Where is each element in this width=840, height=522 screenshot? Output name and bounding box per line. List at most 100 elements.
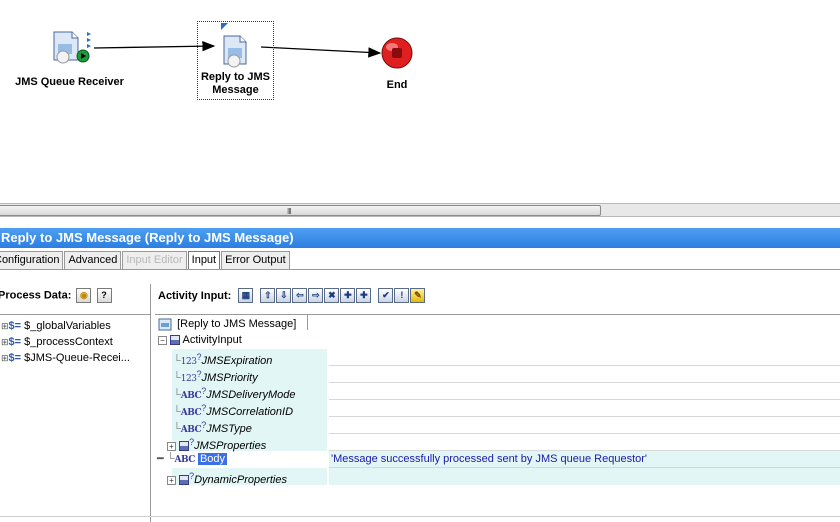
tree-row-jms-expiration[interactable]: └123?JMSExpiration bbox=[155, 349, 840, 367]
transition-arrow-2[interactable] bbox=[260, 46, 382, 58]
binoculars-icon: ◉ bbox=[80, 290, 88, 300]
scrollbar-grip: III bbox=[287, 207, 292, 216]
tab-label: Input bbox=[191, 254, 217, 266]
tree-row-jms-priority[interactable]: └123?JMSPriority bbox=[155, 366, 840, 384]
receiver-label: JMS Queue Receiver bbox=[15, 76, 124, 88]
end-stop-icon bbox=[381, 37, 413, 69]
move-down-button[interactable]: ⇩ bbox=[276, 288, 292, 303]
tree-row-activity-input[interactable]: − ActivityInput bbox=[155, 332, 840, 349]
field-value[interactable] bbox=[329, 366, 840, 383]
tab-strip: Configuration Advanced Input Editor Inpu… bbox=[0, 251, 291, 270]
collapse-icon[interactable]: − bbox=[158, 335, 167, 345]
show-errors-button[interactable]: ! bbox=[394, 288, 410, 303]
tab-configuration[interactable]: Configuration bbox=[0, 251, 64, 269]
add-node-button[interactable]: ✚ bbox=[356, 288, 372, 303]
tab-divider bbox=[0, 269, 840, 270]
tree-item-label: $_globalVariables bbox=[24, 320, 111, 332]
tree-row-root[interactable]: [Reply to JMS Message] bbox=[155, 316, 840, 333]
pencil-icon: ✎ bbox=[414, 290, 422, 300]
validate-button[interactable]: ✔ bbox=[378, 288, 394, 303]
tab-input-editor: Input Editor bbox=[122, 251, 187, 269]
canvas-horizontal-scrollbar[interactable]: III bbox=[0, 203, 840, 217]
reply-icon bbox=[221, 23, 247, 68]
process-data-map-button[interactable]: ◉ bbox=[76, 288, 92, 303]
node-label: Reply to JMS Message bbox=[198, 71, 273, 97]
expand-icon[interactable]: ⊞ bbox=[1, 321, 9, 331]
arrow-up-icon: ⇧ bbox=[264, 290, 272, 300]
help-icon: ? bbox=[101, 290, 107, 300]
expand-icon[interactable]: + bbox=[167, 441, 176, 451]
field-value[interactable] bbox=[329, 434, 840, 451]
tree-row-dynamic-properties[interactable]: + ?DynamicProperties bbox=[155, 468, 840, 486]
tab-advanced[interactable]: Advanced bbox=[64, 251, 122, 269]
add-icon: ✚ bbox=[344, 290, 352, 300]
string-type-icon: ABC bbox=[174, 455, 195, 465]
field-value[interactable] bbox=[329, 400, 840, 417]
show-mapping-button[interactable]: ▦ bbox=[238, 288, 254, 303]
arrow-left-icon: ⇦ bbox=[296, 290, 304, 300]
edit-button[interactable]: ✎ bbox=[410, 288, 426, 303]
delete-x-icon: ✖ bbox=[328, 290, 336, 300]
tree-row-jms-delivery-mode[interactable]: └ABC?JMSDeliveryMode bbox=[155, 383, 840, 401]
process-canvas[interactable]: JMS Queue Receiver Reply to JMS Message bbox=[0, 0, 840, 203]
activity-doc-icon bbox=[158, 318, 172, 331]
complex-element-icon bbox=[179, 441, 190, 452]
arrow-down-icon: ⇩ bbox=[280, 290, 288, 300]
expand-icon[interactable]: + bbox=[167, 475, 176, 485]
process-data-header: Process Data: ◉ ? bbox=[0, 288, 112, 303]
activity-input-tree: [Reply to JMS Message] − ActivityInput └… bbox=[155, 314, 840, 522]
node-label: End bbox=[380, 79, 414, 92]
tree-row-jms-properties[interactable]: + ?JMSProperties bbox=[155, 434, 840, 452]
add-child-button[interactable]: ✚ bbox=[340, 288, 356, 303]
tab-error-output[interactable]: Error Output bbox=[221, 251, 290, 269]
tab-label: Error Output bbox=[225, 254, 286, 266]
scrollbar-thumb[interactable]: III bbox=[0, 205, 601, 216]
body-expression-value[interactable]: 'Message successfully processed sent by … bbox=[329, 451, 840, 468]
tree-item-label: $JMS-Queue-Recei... bbox=[24, 352, 130, 364]
tree-row-jms-correlation-id[interactable]: └ABC?JMSCorrelationID bbox=[155, 400, 840, 418]
tab-label: Input Editor bbox=[126, 254, 183, 266]
jms-receiver-icon bbox=[53, 31, 91, 64]
move-up-button[interactable]: ⇧ bbox=[260, 288, 276, 303]
tree-item-label: $_processContext bbox=[24, 336, 113, 348]
field-name: DynamicProperties bbox=[194, 474, 287, 486]
delete-button[interactable]: ✖ bbox=[324, 288, 340, 303]
field-value[interactable] bbox=[329, 468, 840, 485]
variable-icon: $= bbox=[8, 352, 22, 364]
tree-item-jms-queue-receiver[interactable]: ⊞$= $JMS-Queue-Recei... bbox=[0, 350, 151, 366]
tree-item-process-context[interactable]: ⊞$= $_processContext bbox=[0, 334, 151, 350]
activity-title: Reply to JMS Message (Reply to JMS Messa… bbox=[1, 230, 294, 245]
end-label: End bbox=[386, 79, 408, 91]
root-label: [Reply to JMS Message] bbox=[177, 318, 297, 330]
field-value[interactable] bbox=[329, 349, 840, 366]
arrow-right-icon: ⇨ bbox=[312, 290, 320, 300]
tree-item-global-variables[interactable]: ⊞$= $_globalVariables bbox=[0, 318, 151, 334]
field-value[interactable] bbox=[329, 417, 840, 434]
variable-icon: $= bbox=[8, 320, 22, 332]
tree-row-jms-type[interactable]: └ABC?JMSType bbox=[155, 417, 840, 435]
process-data-help-button[interactable]: ? bbox=[96, 288, 112, 303]
reply-label-line2: Message bbox=[212, 84, 259, 96]
tab-label: Advanced bbox=[68, 254, 118, 266]
activity-title-bar: Reply to JMS Message (Reply to JMS Messa… bbox=[0, 228, 840, 248]
transition-arrow-1[interactable] bbox=[93, 40, 216, 52]
activity-input-panel: Activity Input: ▦ ⇧ ⇩ ⇦ ⇨ ✖ ✚ ✚ ✔ ! ✎ [R… bbox=[155, 284, 840, 522]
grid-icon: ▦ bbox=[241, 290, 251, 300]
transition-lines bbox=[93, 40, 382, 58]
reply-label-line1: Reply to JMS bbox=[200, 71, 271, 83]
expand-icon[interactable]: ⊞ bbox=[1, 353, 9, 363]
activity-input-header: Activity Input: ▦ ⇧ ⇩ ⇦ ⇨ ✖ ✚ ✚ ✔ ! ✎ bbox=[158, 288, 426, 303]
tree-row-body[interactable]: ━ └ABC Body 'Message successfully proces… bbox=[155, 451, 840, 468]
variable-icon: $= bbox=[8, 336, 22, 348]
field-name: Body bbox=[197, 453, 228, 465]
field-value[interactable] bbox=[329, 383, 840, 400]
process-data-title: Process Data: bbox=[0, 289, 72, 302]
exclamation-icon: ! bbox=[400, 290, 404, 300]
process-data-panel: Process Data: ◉ ? ⊞$= $_globalVariables … bbox=[0, 284, 151, 522]
complex-element-icon bbox=[179, 475, 190, 486]
expand-icon[interactable]: ⊞ bbox=[1, 337, 9, 347]
tab-input[interactable]: Input bbox=[187, 251, 221, 270]
move-right-button[interactable]: ⇨ bbox=[308, 288, 324, 303]
tab-label: Configuration bbox=[0, 254, 60, 266]
move-left-button[interactable]: ⇦ bbox=[292, 288, 308, 303]
